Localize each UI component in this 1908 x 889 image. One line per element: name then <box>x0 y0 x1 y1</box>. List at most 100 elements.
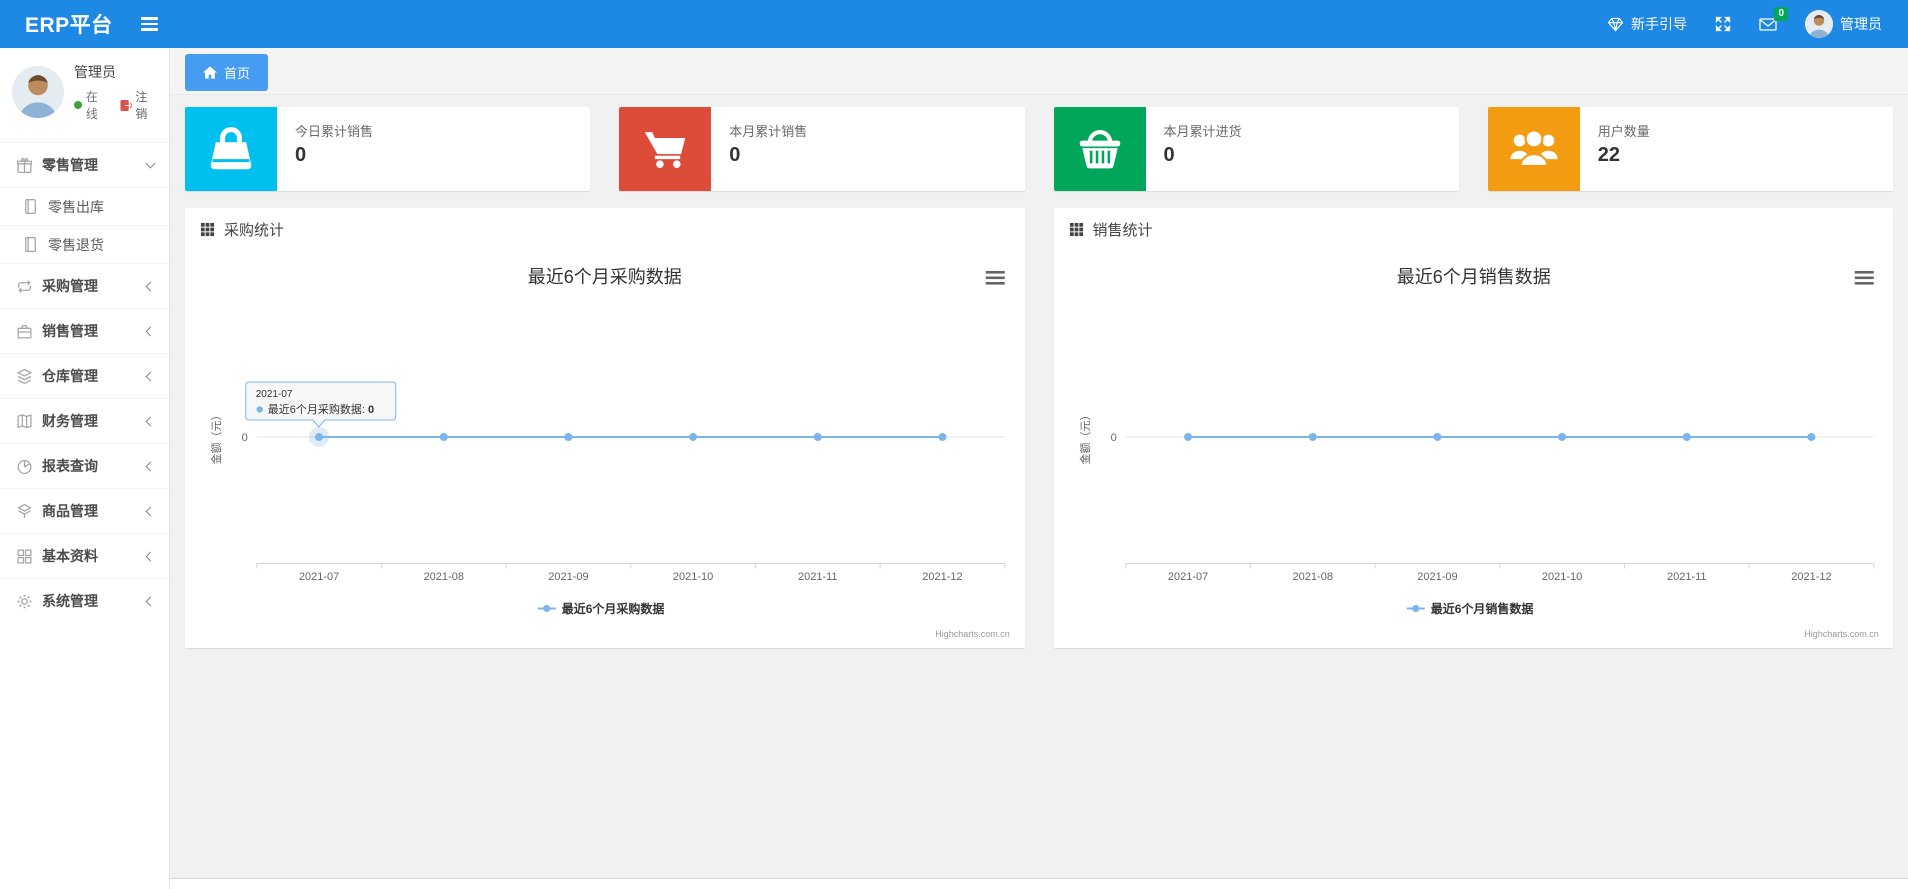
sidebar-toggle-icon[interactable] <box>131 9 168 39</box>
gear-icon <box>16 593 33 610</box>
briefcase-icon <box>16 323 33 340</box>
stat-card-user-count: 用户数量 22 <box>1487 107 1893 191</box>
gift-icon <box>16 157 33 174</box>
chevron-left-icon <box>145 461 156 471</box>
logout-link[interactable]: 注销 <box>120 88 159 122</box>
purchase-stats-panel: 采购统计 最近6个月采购数据 金额（元） 0 2021-07 2021-08 202… <box>185 208 1025 648</box>
y-axis-tick: 0 <box>1110 432 1116 444</box>
stat-label: 用户数量 <box>1597 124 1650 139</box>
legend-item[interactable]: 最近6个月销售数据 <box>1406 601 1533 616</box>
footer <box>170 878 1908 889</box>
top-navbar: ERP平台 新手引导 0 管理员 <box>0 0 1908 48</box>
main-content: 首页 今日累计销售 0 本月累计销售 0 本月累计进货 0 用户数量 22 采购… <box>170 48 1908 889</box>
chevron-down-icon <box>145 158 156 168</box>
sidebar: 管理员 在线 注销 零售管理 零售出库 零售退货 采购管理 销售管理 仓库管理 … <box>0 48 170 889</box>
stat-card-today-sales: 今日累计销售 0 <box>185 107 591 191</box>
stat-card-month-sales: 本月累计销售 0 <box>619 107 1025 191</box>
stat-label: 本月累计销售 <box>729 124 808 139</box>
sidebar-item-retail-outbound[interactable]: 零售出库 <box>0 187 169 225</box>
gem-icon <box>1607 17 1624 31</box>
svg-text:2021-08: 2021-08 <box>1292 571 1332 583</box>
stat-value: 22 <box>1597 144 1620 166</box>
guide-button[interactable]: 新手引导 <box>1607 14 1687 34</box>
chart-context-menu-button[interactable] <box>985 271 1005 285</box>
sidebar-item-warehouse[interactable]: 仓库管理 <box>0 353 169 398</box>
chevron-left-icon <box>145 371 156 381</box>
stat-cards-row: 今日累计销售 0 本月累计销售 0 本月累计进货 0 用户数量 22 <box>185 107 1893 191</box>
svg-text:2021-11: 2021-11 <box>1666 571 1706 583</box>
layers-icon <box>16 368 33 385</box>
stat-value: 0 <box>1163 144 1175 166</box>
y-axis-title: 金额（元） <box>1077 410 1091 465</box>
chart-tooltip: 2021-07 最近6个月采购数据: 0 <box>245 381 397 428</box>
svg-text:2021-12: 2021-12 <box>1791 571 1831 583</box>
svg-text:2021-11: 2021-11 <box>798 571 838 583</box>
grid-icon <box>16 548 33 565</box>
book-icon <box>16 413 33 430</box>
panel-title: 采购统计 <box>224 221 285 239</box>
stat-card-month-purchase: 本月累计进货 0 <box>1053 107 1459 191</box>
svg-text:2021-10: 2021-10 <box>1541 571 1581 583</box>
chevron-left-icon <box>145 596 156 606</box>
sidebar-menu: 零售管理 零售出库 零售退货 采购管理 销售管理 仓库管理 财务管理 报表查询 … <box>0 142 169 623</box>
legend-item[interactable]: 最近6个月采购数据 <box>537 601 665 616</box>
chart-series <box>1183 433 1815 441</box>
svg-text:2021-07: 2021-07 <box>299 571 339 583</box>
x-axis-labels: 2021-07 2021-08 2021-09 2021-10 2021-11 2021-… <box>299 571 963 583</box>
pie-chart-icon <box>16 458 33 475</box>
guide-label: 新手引导 <box>1631 16 1687 32</box>
online-status-icon <box>74 101 82 109</box>
users-icon <box>1487 107 1580 191</box>
svg-text:2021-07: 2021-07 <box>256 389 293 400</box>
panel-title: 销售统计 <box>1092 221 1153 239</box>
home-icon <box>203 66 217 79</box>
svg-text:2021-09: 2021-09 <box>548 571 588 583</box>
svg-text:最近6个月采购数据: 0: 最近6个月采购数据: 0 <box>268 402 374 416</box>
stat-value: 0 <box>295 144 307 166</box>
user-panel: 管理员 在线 注销 <box>0 48 169 138</box>
chart-title: 最近6个月销售数据 <box>1396 267 1550 287</box>
logout-icon <box>120 99 133 111</box>
sidebar-item-retail[interactable]: 零售管理 <box>0 142 169 187</box>
repeat-icon <box>16 278 33 295</box>
cart-icon <box>619 107 712 191</box>
svg-text:2021-09: 2021-09 <box>1417 571 1457 583</box>
sidebar-item-basic-data[interactable]: 基本资料 <box>0 533 169 578</box>
chevron-left-icon <box>145 281 156 291</box>
sidebar-item-retail-return[interactable]: 零售退货 <box>0 225 169 263</box>
th-grid-icon <box>200 222 215 236</box>
chevron-left-icon <box>145 551 156 561</box>
sidebar-item-finance[interactable]: 财务管理 <box>0 398 169 443</box>
sidebar-item-sales[interactable]: 销售管理 <box>0 308 169 353</box>
tab-home[interactable]: 首页 <box>185 54 269 91</box>
y-axis-title: 金额（元） <box>209 410 223 465</box>
navbar-username: 管理员 <box>1840 16 1882 32</box>
messages-button[interactable]: 0 <box>1759 7 1788 32</box>
sidebar-item-reports[interactable]: 报表查询 <box>0 443 169 488</box>
chevron-left-icon <box>145 326 156 336</box>
sidebar-item-system[interactable]: 系统管理 <box>0 578 169 623</box>
th-grid-icon <box>1069 222 1083 236</box>
svg-text:2021-12: 2021-12 <box>922 571 962 583</box>
y-axis-tick: 0 <box>242 432 248 444</box>
sidebar-username: 管理员 <box>74 64 116 80</box>
sidebar-item-purchase[interactable]: 采购管理 <box>0 263 169 308</box>
fullscreen-button[interactable] <box>1715 16 1731 32</box>
tab-bar: 首页 <box>170 48 1908 95</box>
user-menu[interactable]: 管理员 <box>1805 10 1882 38</box>
chart-context-menu-button[interactable] <box>1854 271 1874 285</box>
box-icon <box>16 503 33 520</box>
purchase-line-chart: 最近6个月采购数据 金额（元） 0 2021-07 2021-08 2021-09 2… <box>209 267 1010 639</box>
app-logo: ERP平台 <box>25 14 113 37</box>
sales-line-chart: 最近6个月销售数据 金额（元） 0 2021-07 2021-08 2021-09 2… <box>1077 267 1878 639</box>
stat-label: 本月累计进货 <box>1163 124 1242 139</box>
highcharts-credits: Highcharts.com.cn <box>935 629 1010 639</box>
stat-label: 今日累计销售 <box>295 124 374 139</box>
svg-text:2021-10: 2021-10 <box>673 571 713 583</box>
chevron-left-icon <box>145 506 156 516</box>
chevron-left-icon <box>145 416 156 426</box>
chart-series <box>309 427 947 447</box>
sidebar-item-goods[interactable]: 商品管理 <box>0 488 169 533</box>
svg-text:2021-07: 2021-07 <box>1167 571 1207 583</box>
journal-icon <box>22 236 39 253</box>
